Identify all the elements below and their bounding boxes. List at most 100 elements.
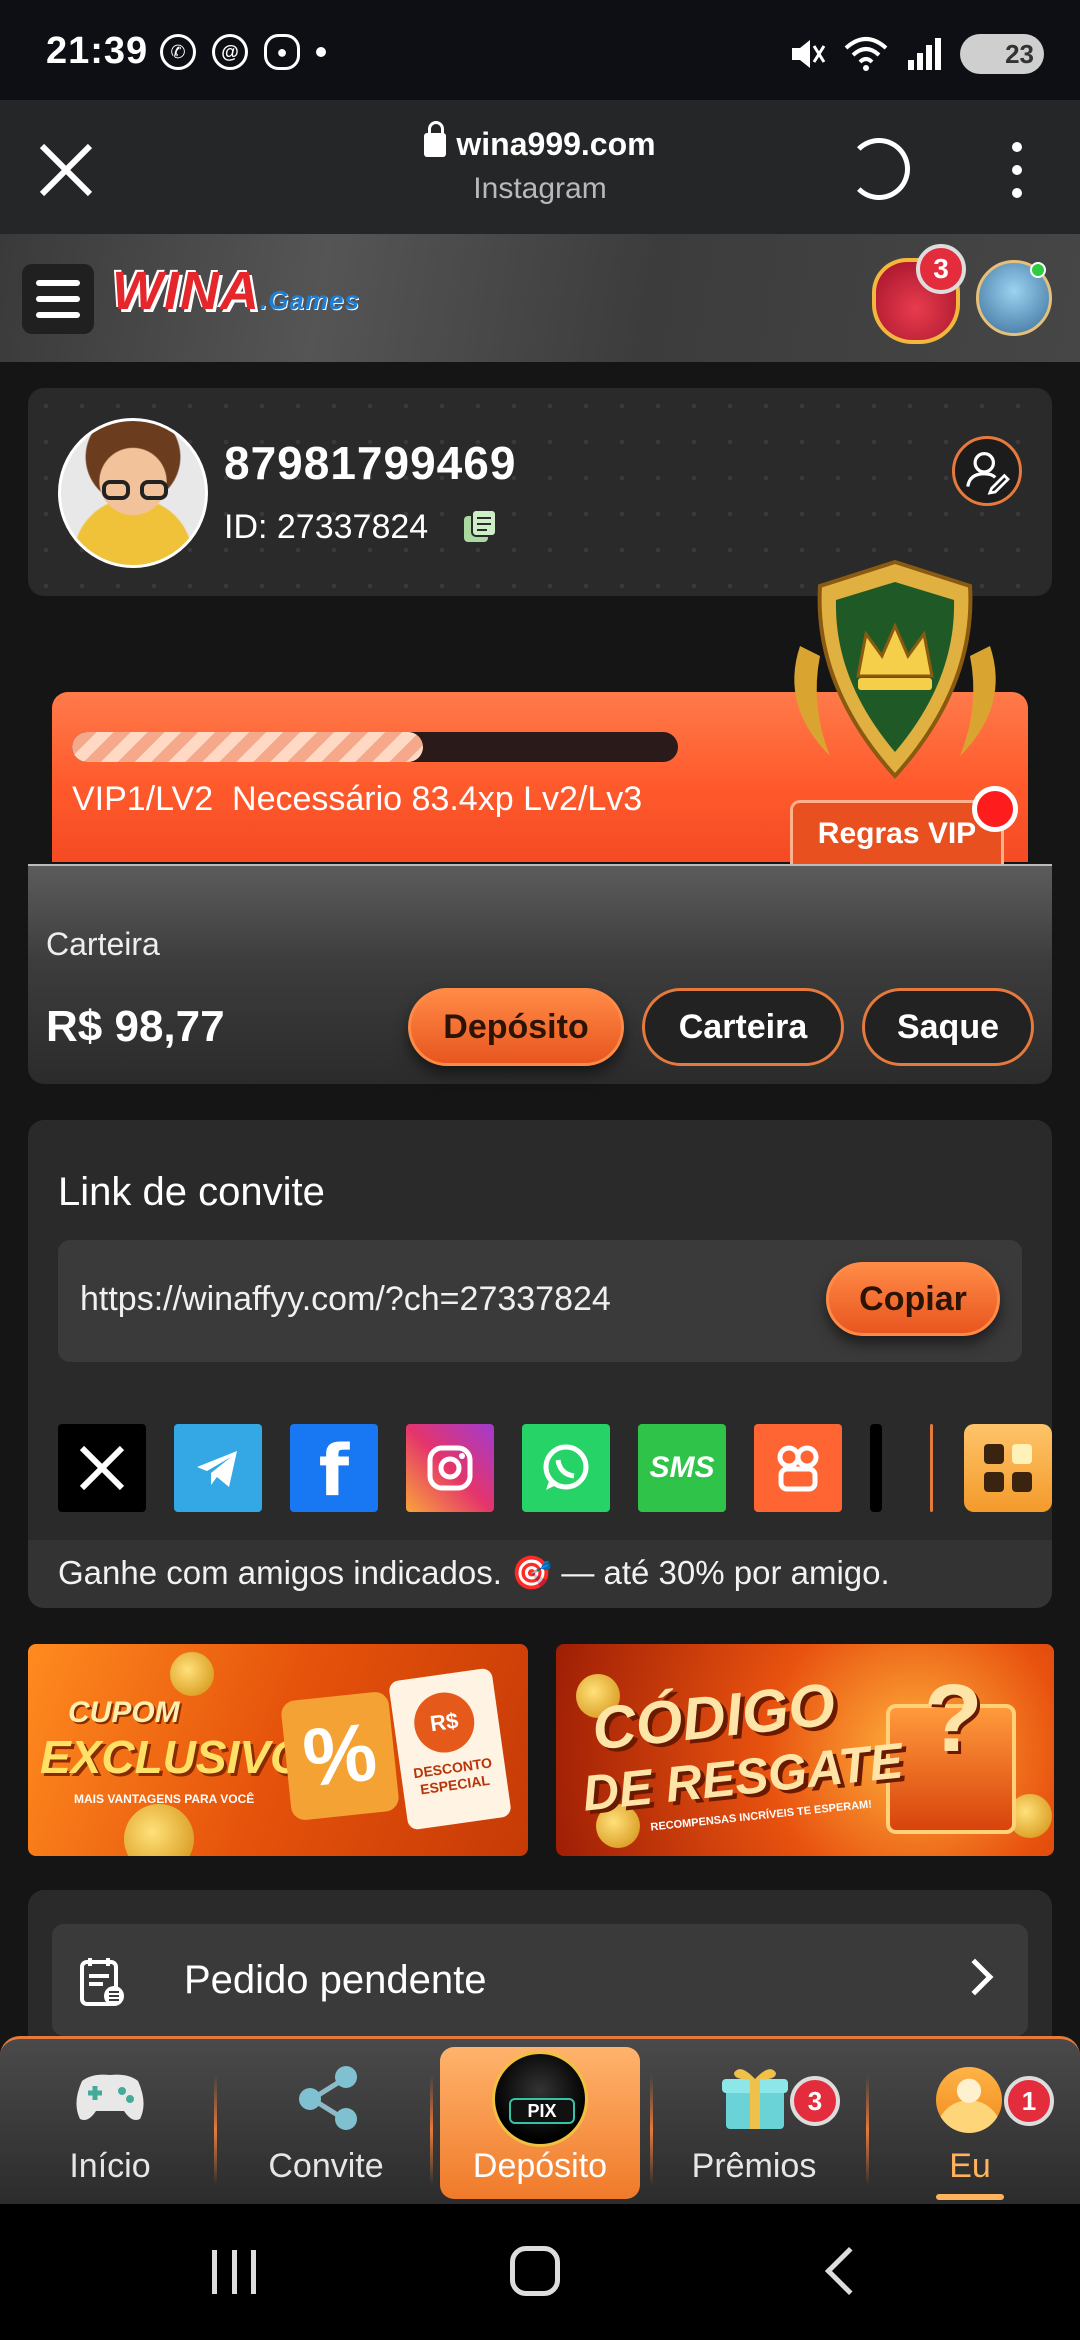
eu-badge: 1 <box>1004 2076 1054 2126</box>
sms-icon[interactable]: SMS <box>638 1424 726 1512</box>
edit-profile-icon[interactable] <box>952 436 1022 506</box>
coupon-line1: CUPOM <box>68 1696 180 1729</box>
nav-item-convite[interactable]: Convite <box>226 2039 426 2207</box>
whatsapp-icon: ✆ <box>160 34 196 70</box>
share-item-partial <box>870 1424 882 1512</box>
coin-icon <box>124 1804 194 1856</box>
nav-label: Depósito <box>472 2147 608 2185</box>
browser-source: Instagram <box>473 172 607 205</box>
coupon-banner[interactable]: CUPOM EXCLUSIVO MAIS VANTAGENS PARA VOCÊ… <box>28 1644 528 1856</box>
username: 87981799469 <box>224 437 517 489</box>
share-divider <box>930 1424 933 1512</box>
recent-apps-icon[interactable] <box>212 2250 256 2294</box>
user-icon <box>936 2067 1002 2133</box>
online-indicator <box>1030 262 1046 278</box>
share-icon <box>299 2066 357 2130</box>
coupon-line2: EXCLUSIVO <box>40 1731 306 1783</box>
nav-separator <box>650 2075 653 2185</box>
deposit-button[interactable]: Depósito <box>408 988 624 1066</box>
threads-icon: @ <box>212 34 248 70</box>
browser-url[interactable]: wina999.com <box>0 121 1080 163</box>
logo-suffix: .Games <box>259 285 360 315</box>
notification-icons: ✆ @ ● <box>160 34 326 70</box>
pix-label: PIX <box>509 2098 575 2124</box>
ticket-text: DESCONTO ESPECIAL <box>412 1754 493 1798</box>
nav-separator <box>214 2075 217 2185</box>
wallet-panel: Carteira R$ 98,77 Depósito Carteira Saqu… <box>28 864 1052 1084</box>
wifi-icon <box>844 37 888 71</box>
gift-icon <box>722 2069 788 2129</box>
logo-main: WINA <box>112 261 260 321</box>
status-bar: 21:39 ✆ @ ● 23 <box>0 0 1080 100</box>
nav-label: Início <box>69 2147 151 2185</box>
vip-progress-bar <box>72 732 678 762</box>
pending-order-label: Pedido pendente <box>184 1958 487 2002</box>
x-icon[interactable] <box>58 1424 146 1512</box>
avatar-glasses <box>102 480 168 500</box>
wallet-button[interactable]: Carteira <box>642 988 844 1066</box>
nav-label: Prêmios <box>691 2147 817 2185</box>
wallet-balance: R$ 98,77 <box>46 1002 225 1051</box>
more-apps-icon[interactable] <box>964 1424 1052 1512</box>
invite-link: https://winaffyy.com/?ch=27337824 <box>80 1280 611 1318</box>
invite-link-box: https://winaffyy.com/?ch=27337824 Copiar <box>58 1240 1022 1362</box>
site-logo[interactable]: WINA.Games <box>112 260 360 322</box>
signal-icon <box>908 38 941 70</box>
vip-notification-dot <box>972 786 1018 832</box>
more-options-icon[interactable] <box>1012 142 1022 198</box>
vip-crown-shield-icon <box>794 559 996 779</box>
nav-active-underline <box>936 2194 1004 2200</box>
percent-icon: % <box>280 1690 400 1822</box>
pending-order-row[interactable]: Pedido pendente <box>52 1924 1028 2036</box>
system-icons: 23 <box>788 34 1044 74</box>
pending-section: Pedido pendente <box>28 1890 1052 2050</box>
home-icon[interactable] <box>510 2246 560 2296</box>
browser-bar: wina999.com Instagram <box>0 100 1080 234</box>
nav-label: Eu <box>949 2147 991 2185</box>
gift-badge: 3 <box>916 244 966 294</box>
back-icon[interactable] <box>824 2246 874 2296</box>
ticket-currency: R$ <box>410 1688 479 1757</box>
battery-indicator: 23 <box>960 34 1044 74</box>
premios-badge: 3 <box>790 2076 840 2126</box>
url-text: wina999.com <box>456 126 656 162</box>
mute-icon <box>792 40 826 68</box>
whatsapp-icon[interactable] <box>522 1424 610 1512</box>
invite-title: Link de convite <box>58 1170 325 1214</box>
coin-icon <box>170 1652 214 1696</box>
copy-icon[interactable] <box>460 506 500 546</box>
gamepad-icon <box>76 2074 144 2120</box>
nav-separator <box>430 2075 433 2185</box>
share-row: f SMS <box>58 1424 1052 1512</box>
status-time: 21:39 <box>46 30 149 72</box>
coupon-line3: MAIS VANTAGENS PARA VOCÊ <box>74 1792 255 1806</box>
nav-separator <box>866 2075 869 2185</box>
site-header: WINA.Games <box>0 234 1080 362</box>
nav-item-inicio[interactable]: Início <box>10 2039 210 2207</box>
invite-footer: Ganhe com amigos indicados. 🎯 — até 30% … <box>28 1540 1052 1608</box>
vip-level-text: VIP1/LV2 Necessário 83.4xp Lv2/Lv3 <box>72 780 643 818</box>
order-list-icon <box>80 1958 124 2006</box>
bottom-nav: Início Convite PIX Depósito Prêmios Eu <box>0 2036 1080 2204</box>
redeem-code-banner[interactable]: ? CÓDIGO DE RESGATE RECOMPENSAS INCRÍVEI… <box>556 1644 1054 1856</box>
facebook-icon[interactable]: f <box>290 1424 378 1512</box>
question-mark: ? <box>924 1665 983 1772</box>
pix-icon: PIX <box>492 2051 588 2147</box>
app-icon: ● <box>264 34 300 70</box>
menu-button[interactable] <box>22 264 94 334</box>
instagram-icon[interactable] <box>406 1424 494 1512</box>
invite-card: Link de convite https://winaffyy.com/?ch… <box>28 1120 1052 1608</box>
telegram-icon[interactable] <box>174 1424 262 1512</box>
user-id: ID: 27337824 <box>224 508 429 546</box>
withdraw-button[interactable]: Saque <box>862 988 1034 1066</box>
chevron-right-icon <box>956 1958 994 1996</box>
nav-label: Convite <box>268 2147 384 2185</box>
timer-icon[interactable] <box>848 138 910 200</box>
more-notifications-dot <box>316 47 326 57</box>
wallet-label: Carteira <box>46 926 160 962</box>
copy-button[interactable]: Copiar <box>826 1262 1000 1336</box>
lock-icon <box>424 121 447 157</box>
vip-progress-fill <box>72 732 424 762</box>
nav-item-deposito[interactable]: PIX Depósito <box>440 2039 640 2207</box>
kwai-icon[interactable] <box>754 1424 842 1512</box>
